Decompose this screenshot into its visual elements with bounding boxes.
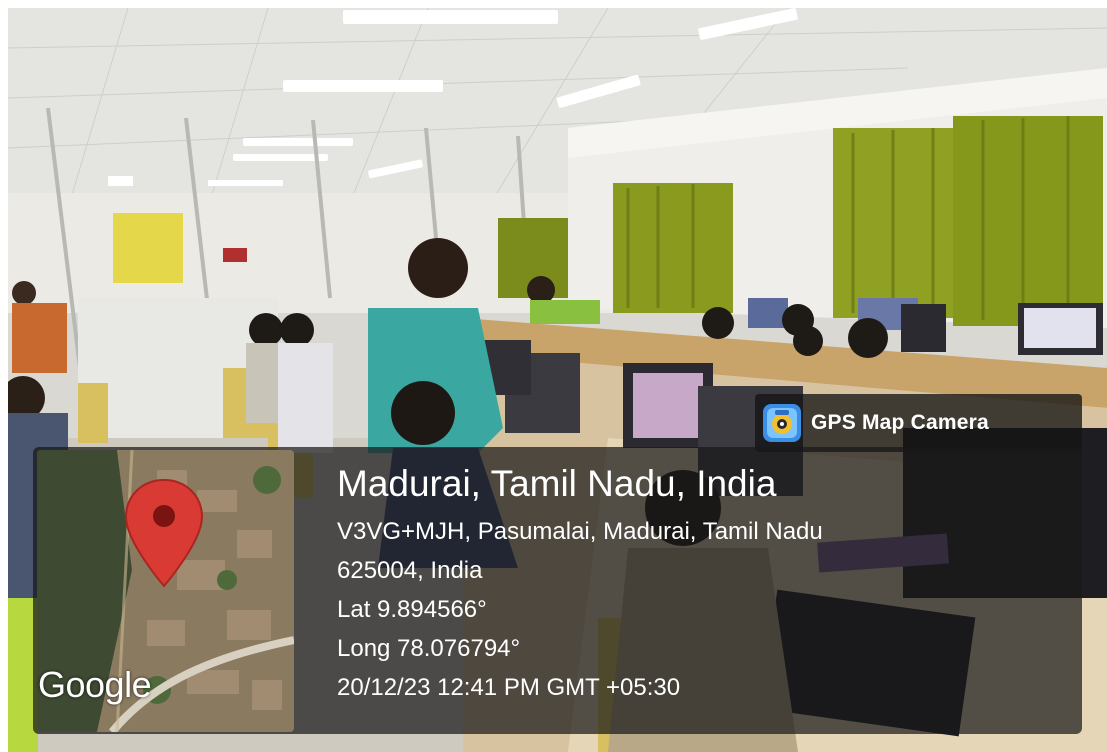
city-line: Madurai, Tamil Nadu, India (337, 463, 777, 504)
app-name-label: GPS Map Camera (811, 411, 989, 434)
address-line-1: V3VG+MJH, Pasumalai, Madurai, Tamil Nadu (337, 518, 823, 545)
address-line-2: 625004, India (337, 557, 483, 584)
latitude-line: Lat 9.894566° (337, 596, 487, 623)
map-pin-icon (124, 478, 204, 588)
longitude-line: Long 78.076794° (337, 635, 521, 662)
photo-frame: GPS Map Camera Google Madurai, Tamil Nad… (0, 0, 1107, 752)
app-watermark-badge: GPS Map Camera (755, 394, 1082, 452)
timestamp-line: 20/12/23 12:41 PM GMT +05:30 (337, 674, 681, 701)
google-logo: Google (38, 664, 152, 705)
location-text-block: Madurai, Tamil Nadu, India V3VG+MJH, Pas… (337, 462, 823, 707)
gps-map-camera-app-icon (763, 404, 801, 442)
